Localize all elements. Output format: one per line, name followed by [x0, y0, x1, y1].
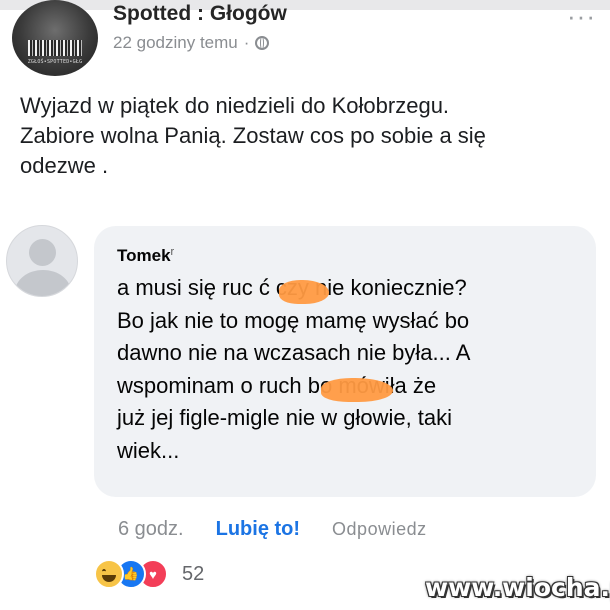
reactions-summary[interactable]: 👍 ♥ 52 — [94, 559, 204, 589]
commenter-avatar[interactable] — [6, 225, 78, 297]
post-timestamp[interactable]: 22 godziny temu — [113, 33, 238, 53]
default-avatar-head — [29, 239, 56, 266]
page-avatar[interactable]: ZGŁOŚ•SPOTTED•GŁG — [12, 0, 98, 76]
censor-scribble — [321, 378, 393, 402]
comment-line: już jej figle-migle nie w głowie, taki — [117, 405, 453, 430]
like-button[interactable]: Lubię to! — [216, 518, 300, 541]
top-bar — [0, 0, 610, 10]
censor-scribble — [279, 280, 329, 304]
post-text-line: Zabiore wolna Panią. Zostaw cos po sobie… — [20, 123, 486, 148]
post-text: Wyjazd w piątek do niedzieli do Kołobrze… — [20, 91, 605, 181]
comment-author-suffix: r — [170, 246, 175, 258]
default-avatar-body — [15, 270, 71, 296]
meta-separator: · — [243, 33, 250, 52]
comment-line: wiek... — [117, 437, 180, 463]
avatar-caption: ZGŁOŚ•SPOTTED•GŁG — [27, 59, 83, 65]
post-meta: 22 godziny temu · — [113, 33, 270, 53]
site-watermark: www.wiocha.pl — [425, 573, 610, 602]
reply-button[interactable]: Odpowiedz — [332, 519, 427, 540]
post-text-line: Wyjazd w piątek do niedzieli do Kołobrze… — [20, 93, 450, 118]
comment-timestamp[interactable]: 6 godz. — [118, 518, 184, 541]
page-name[interactable]: Spotted : Głogów — [113, 2, 287, 26]
globe-icon — [255, 36, 270, 50]
post-text-line: odezwe . — [20, 153, 109, 178]
comment-actions: 6 godz. Lubię to! Odpowiedz — [118, 518, 427, 541]
reaction-count: 52 — [182, 562, 205, 585]
more-options-icon[interactable]: ··· — [567, 3, 596, 29]
comment-line: a musi się ruc ć czy nie koniecznie? — [117, 275, 467, 300]
comment-line: dawno nie na wczasach nie była... A — [117, 340, 471, 365]
comment-line: Bo jak nie to mogę mamę wysłać bo — [117, 307, 470, 333]
comment-text: a musi się ruc ć czy nie koniecznie? Bo … — [117, 272, 587, 467]
haha-reaction-icon — [94, 559, 124, 589]
comment-author-name: Tomek — [117, 246, 171, 265]
comment-bubble: Tomekr a musi się ruc ć czy nie konieczn… — [94, 226, 596, 497]
comment-author[interactable]: Tomekr — [117, 246, 174, 266]
avatar-barcode-graphic — [28, 40, 82, 56]
